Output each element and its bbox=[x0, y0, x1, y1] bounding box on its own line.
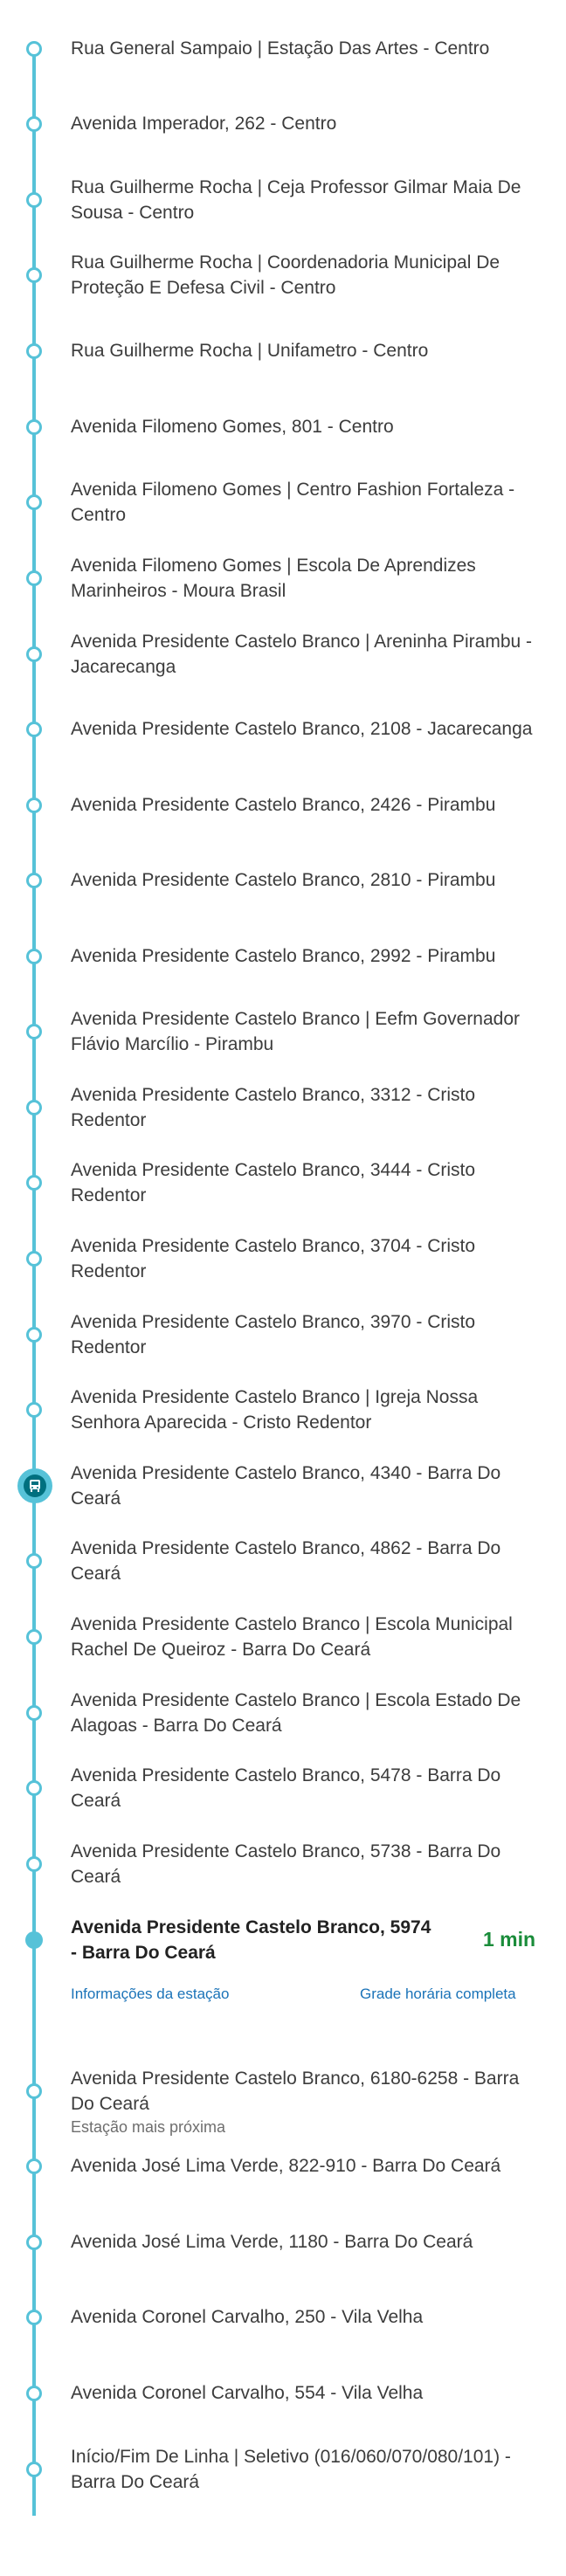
stop-name: Avenida Presidente Castelo Branco, 2108 … bbox=[71, 719, 533, 739]
stop-name: Avenida Imperador, 262 - Centro bbox=[71, 114, 337, 134]
stop-name: Avenida José Lima Verde, 1180 - Barra Do… bbox=[71, 2232, 473, 2252]
stop-name: Avenida Presidente Castelo Branco | Igre… bbox=[71, 1387, 479, 1433]
stop-dot bbox=[26, 343, 42, 359]
stop-name: Avenida Presidente Castelo Branco, 5974 … bbox=[71, 1917, 431, 1963]
stop-dot bbox=[26, 1856, 42, 1872]
route-stop-list: Rua General Sampaio | Estação Das Artes … bbox=[0, 0, 566, 2576]
stop-name: Avenida Presidente Castelo Branco, 2810 … bbox=[71, 870, 496, 890]
stop-dot bbox=[26, 1780, 42, 1796]
current-stop-dot bbox=[25, 1931, 43, 1949]
stop-dot bbox=[26, 873, 42, 888]
stop-name: Avenida Presidente Castelo Branco | Esco… bbox=[71, 1690, 521, 1736]
stop-name: Avenida Presidente Castelo Branco, 6180-… bbox=[71, 2068, 520, 2114]
stop-dot bbox=[26, 2083, 42, 2099]
stop-dot bbox=[26, 1251, 42, 1267]
stop-name: Avenida Presidente Castelo Branco | Aren… bbox=[71, 632, 533, 677]
stop-dot bbox=[26, 2158, 42, 2174]
station-info-link[interactable]: Informações da estação bbox=[71, 1986, 229, 2003]
stop-name: Avenida Filomeno Gomes | Centro Fashion … bbox=[71, 480, 515, 525]
stop-dot bbox=[26, 116, 42, 132]
bus-icon bbox=[24, 1474, 46, 1497]
stop-name: Avenida Presidente Castelo Branco, 5478 … bbox=[71, 1765, 501, 1811]
stop-name: Avenida Presidente Castelo Branco, 3444 … bbox=[71, 1160, 476, 1205]
stop-name: Avenida Presidente Castelo Branco, 2426 … bbox=[71, 795, 496, 815]
stop-name: Avenida Filomeno Gomes | Escola De Apren… bbox=[71, 556, 476, 601]
stop-name: Avenida Presidente Castelo Branco, 4862 … bbox=[71, 1538, 501, 1584]
stop-name: Avenida Presidente Castelo Branco, 5738 … bbox=[71, 1841, 501, 1887]
stop-dot bbox=[26, 494, 42, 510]
stop-name: Avenida Coronel Carvalho, 250 - Vila Vel… bbox=[71, 2307, 424, 2327]
stop-dot bbox=[26, 2310, 42, 2325]
stop-dot bbox=[26, 1024, 42, 1039]
stop-name: Avenida Presidente Castelo Branco | Eefm… bbox=[71, 1009, 521, 1054]
stop-dot bbox=[26, 1629, 42, 1645]
stop-name: Avenida Presidente Castelo Branco, 4340 … bbox=[71, 1463, 501, 1509]
stop-dot bbox=[26, 192, 42, 208]
route-line bbox=[32, 44, 36, 2516]
stop-name: Avenida Filomeno Gomes, 801 - Centro bbox=[71, 417, 394, 437]
stop-dot bbox=[26, 1175, 42, 1191]
stop-dot bbox=[26, 2386, 42, 2401]
stop-dot bbox=[26, 646, 42, 662]
stop-name: Avenida Presidente Castelo Branco | Esco… bbox=[71, 1614, 513, 1660]
stop-name: Avenida José Lima Verde, 822-910 - Barra… bbox=[71, 2156, 501, 2176]
stop-dot bbox=[26, 570, 42, 586]
timetable-link[interactable]: Grade horária completa bbox=[360, 1986, 516, 2003]
stop-dot bbox=[26, 267, 42, 283]
stop-dot bbox=[26, 2234, 42, 2250]
stop-name: Avenida Presidente Castelo Branco, 3312 … bbox=[71, 1085, 476, 1130]
stop-dot bbox=[26, 1327, 42, 1343]
stop-dot bbox=[26, 798, 42, 813]
stop-dot bbox=[26, 722, 42, 737]
stop-dot bbox=[26, 1100, 42, 1115]
bus-position-marker bbox=[17, 1468, 52, 1503]
stop-name: Avenida Presidente Castelo Branco, 3970 … bbox=[71, 1312, 476, 1357]
stop-dot bbox=[26, 1705, 42, 1721]
stop-dot bbox=[26, 1553, 42, 1569]
stop-dot bbox=[26, 41, 42, 57]
stop-name: Rua General Sampaio | Estação Das Artes … bbox=[71, 38, 490, 59]
stop-dot bbox=[26, 2462, 42, 2477]
nearest-station-label: Estação mais próxima bbox=[71, 2118, 226, 2136]
stop-dot bbox=[26, 419, 42, 435]
stop-name: Avenida Coronel Carvalho, 554 - Vila Vel… bbox=[71, 2383, 424, 2403]
stop-name: Rua Guilherme Rocha | Coordenadoria Muni… bbox=[71, 252, 500, 298]
stop-name: Avenida Presidente Castelo Branco, 3704 … bbox=[71, 1236, 476, 1281]
stop-dot bbox=[26, 1402, 42, 1418]
eta-label: 1 min bbox=[483, 1928, 536, 1951]
stop-name: Rua Guilherme Rocha | Ceja Professor Gil… bbox=[71, 177, 521, 223]
stop-name: Início/Fim De Linha | Seletivo (016/060/… bbox=[71, 2447, 511, 2492]
stop-dot bbox=[26, 949, 42, 964]
stop-name: Rua Guilherme Rocha | Unifametro - Centr… bbox=[71, 341, 429, 361]
stop-name: Avenida Presidente Castelo Branco, 2992 … bbox=[71, 946, 496, 966]
